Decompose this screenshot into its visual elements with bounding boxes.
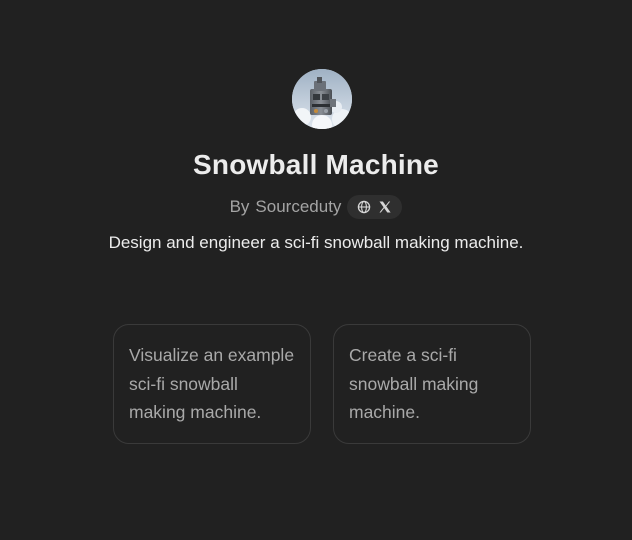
x-logo-icon[interactable] (378, 200, 392, 214)
globe-icon[interactable] (357, 200, 371, 214)
byline: By Sourceduty (0, 195, 632, 219)
gpt-avatar (292, 69, 352, 129)
starter-text: Create a sci-fi snowball making machine. (349, 345, 479, 422)
byline-prefix: By (229, 197, 250, 216)
gpt-description: Design and engineer a sci-fi snowball ma… (108, 233, 524, 252)
starter-text: Visualize an example sci-fi snowball mak… (129, 345, 295, 422)
conversation-starter-1[interactable]: Visualize an example sci-fi snowball mak… (113, 324, 311, 444)
conversation-starter-2[interactable]: Create a sci-fi snowball making machine. (333, 324, 531, 444)
snowball-machine-avatar-icon (292, 69, 352, 129)
author-name: Sourceduty (255, 197, 342, 216)
social-links (347, 195, 403, 219)
gpt-landing: Snowball Machine By Sourceduty Design an… (0, 0, 632, 540)
gpt-title: Snowball Machine (193, 149, 439, 180)
